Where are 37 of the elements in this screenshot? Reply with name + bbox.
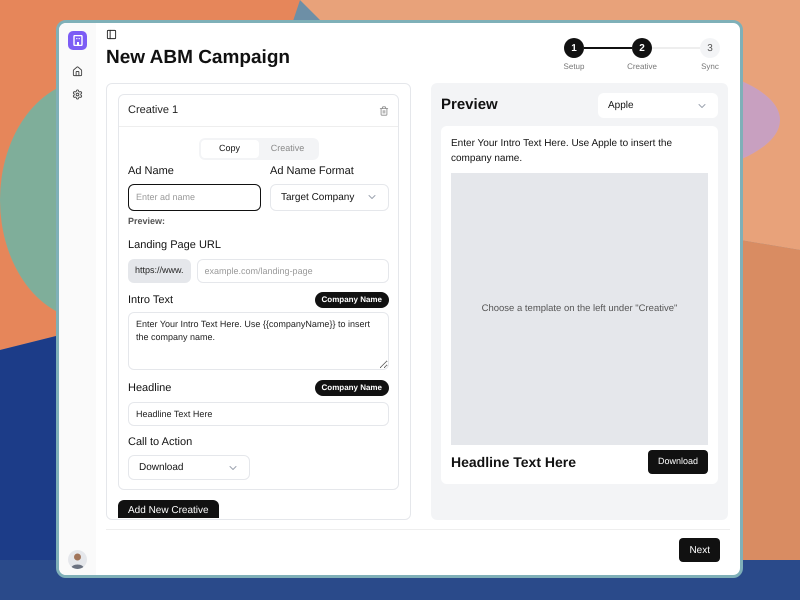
tab[interactable]: Copy: [200, 140, 258, 158]
step-connector: [584, 47, 632, 49]
download-button[interactable]: Download: [648, 450, 708, 474]
field-label: Ad Name Format: [270, 164, 355, 179]
preview-label: Preview:: [128, 214, 166, 228]
next-button[interactable]: Next: [679, 538, 720, 562]
page-title: New ABM Campaign: [106, 46, 290, 70]
field-label: Call to Action: [128, 434, 192, 450]
add-creative-button[interactable]: Add New Creative: [118, 500, 219, 518]
step-label: Creative: [627, 61, 657, 73]
home-icon[interactable]: [72, 66, 83, 77]
field-label: Intro Text: [128, 292, 174, 308]
sidebar-toggle-icon[interactable]: [106, 29, 117, 40]
ad-name-field[interactable]: Enter ad name: [128, 184, 261, 210]
headline-text: Headline Text Here: [451, 452, 576, 472]
intro-text: Enter Your Intro Text Here. Use Apple to insert the company name.: [451, 137, 674, 166]
landing-page-url-field[interactable]: example.com/landing-page: [196, 258, 389, 282]
step-label: Setup: [564, 61, 584, 73]
intro-text-field[interactable]: Enter Your Intro Text Here. Use {{companyName}} to insert the company name.: [128, 312, 389, 370]
trash-icon[interactable]: [379, 106, 389, 116]
company-name-tag[interactable]: Company Name: [314, 292, 389, 308]
headline-field[interactable]: Headline Text Here: [128, 402, 389, 426]
company-name-tag[interactable]: Company Name: [314, 380, 389, 396]
preview-title: Preview: [441, 95, 498, 116]
field-label: Ad Name: [128, 164, 175, 179]
field-label: Landing Page URL: [128, 238, 221, 253]
step-label: Sync: [701, 61, 719, 73]
avatar[interactable]: [68, 550, 87, 569]
ad-name-format-select[interactable]: Target Company: [270, 184, 389, 210]
logo-icon[interactable]: [68, 31, 87, 50]
card-title: Creative 1: [128, 103, 178, 118]
company-select[interactable]: Apple: [598, 93, 718, 118]
call-to-action-select[interactable]: Download: [128, 455, 250, 480]
template-hint: Choose a template on the left under "Creative": [482, 302, 678, 316]
settings-icon[interactable]: [72, 89, 83, 100]
field-label: Headline: [128, 381, 172, 396]
url-prefix: https://www.: [128, 258, 191, 282]
